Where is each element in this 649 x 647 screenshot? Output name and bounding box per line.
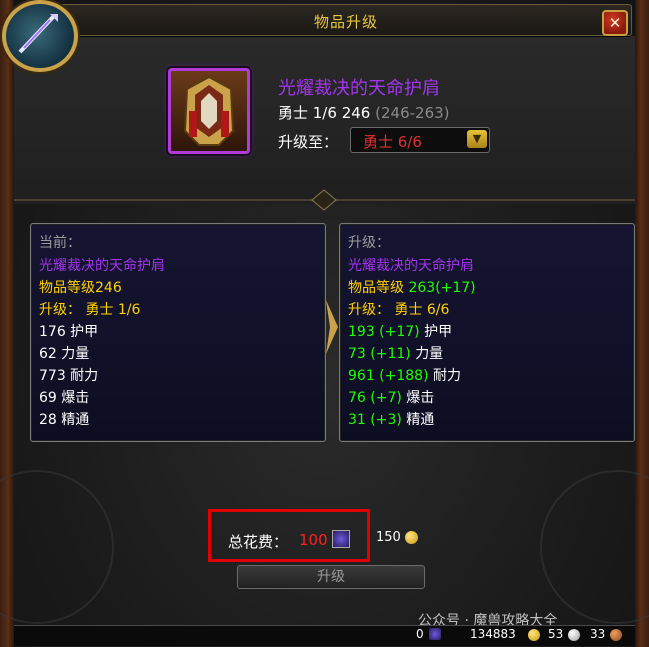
current-upgrade-value: 勇士 1/6 [85, 302, 141, 318]
current-stat-strength: 62 力量 [39, 346, 90, 362]
copper-icon [610, 629, 622, 641]
upgraded-item-level-line: 物品等级 263(+17) [348, 277, 476, 297]
upgraded-item-level-value: 263(+17) [408, 280, 476, 296]
current-stats-panel: 当前： 光耀裁决的天命护肩 物品等级246 升级： 勇士 1/6 176 护甲 … [30, 223, 326, 442]
upgraded-stat-mastery: 31 (+3) 精通 [348, 409, 434, 429]
window-title: 物品升级 [313, 13, 378, 31]
upgraded-item-name: 光耀裁决的天命护肩 [348, 258, 474, 274]
gold-coin-icon [405, 531, 418, 544]
silver-amount: 53 [548, 627, 564, 641]
upgraded-upgrade-line: 升级： 勇士 6/6 [348, 299, 449, 319]
stat-value: 961 (+188) [348, 368, 429, 384]
stat-value: 76 (+7) [348, 390, 402, 406]
ornate-divider [14, 189, 635, 211]
upgraded-header: 升级： [348, 235, 390, 251]
portrait-icon [2, 0, 78, 72]
current-stat-armor: 176 护甲 [39, 324, 99, 340]
shoulder-armor-icon [183, 75, 235, 146]
item-icon[interactable] [168, 68, 250, 154]
close-button[interactable]: ✕ [602, 10, 628, 36]
current-header: 当前： [39, 235, 81, 251]
stat-name: 护甲 [424, 324, 453, 340]
stat-value: 193 (+17) [348, 324, 420, 340]
stat-name: 精通 [406, 412, 435, 428]
current-stat-mastery: 28 精通 [39, 412, 90, 428]
upgraded-stats-panel: 升级： 光耀裁决的天命护肩 物品等级 263(+17) 升级： 勇士 6/6 1… [339, 223, 635, 442]
title-bar: 物品升级 ✕ [60, 4, 632, 36]
currency-bar [14, 625, 635, 646]
upgraded-stat-armor: 193 (+17) 护甲 [348, 321, 452, 341]
upgrade-level-value: 勇士 6/6 [363, 133, 422, 151]
current-stat-crit: 69 爆击 [39, 390, 90, 406]
upgraded-item-level-label: 物品等级 [348, 280, 404, 296]
upgraded-stat-crit: 76 (+7) 爆击 [348, 387, 434, 407]
current-item-level: 物品等级246 [39, 280, 122, 296]
item-level: 246 [341, 104, 371, 122]
upgraded-stat-strength: 73 (+11) 力量 [348, 343, 443, 363]
gold-cost-value: 150 [376, 530, 401, 545]
item-name: 光耀裁决的天命护肩 [278, 78, 440, 99]
stat-value: 31 (+3) [348, 412, 402, 428]
current-stat-stamina: 773 耐力 [39, 368, 99, 384]
upgraded-upgrade-label: 升级： [348, 302, 390, 318]
silver-icon [568, 629, 580, 641]
total-cost-value: 100 [299, 531, 328, 549]
upgrade-level-dropdown[interactable]: 勇士 6/6 ▼ [350, 127, 490, 153]
upgrade-button[interactable]: 升级 [237, 565, 425, 589]
stat-value: 73 (+11) [348, 346, 411, 362]
stat-name: 爆击 [406, 390, 435, 406]
current-upgrade-line: 升级： 勇士 1/6 [39, 299, 140, 319]
crest-currency-icon [332, 530, 350, 548]
copper-amount: 33 [590, 627, 606, 641]
upgraded-stat-stamina: 961 (+188) 耐力 [348, 365, 461, 385]
item-track: 勇士 1/6 [278, 104, 337, 122]
current-item-name: 光耀裁决的天命护肩 [39, 258, 165, 274]
total-cost-label: 总花费： [228, 533, 289, 551]
gold-icon [528, 629, 540, 641]
item-track-level: 勇士 1/6 246 (246-263) [278, 102, 450, 123]
crest-icon [429, 628, 441, 640]
upgraded-upgrade-value: 勇士 6/6 [394, 302, 450, 318]
item-level-range: (246-263) [375, 104, 450, 122]
upgrade-to-label: 升级至： [278, 133, 339, 151]
chevron-down-icon[interactable]: ▼ [467, 130, 487, 148]
stat-name: 力量 [415, 346, 444, 362]
current-upgrade-label: 升级： [39, 302, 81, 318]
arrow-right-icon [326, 300, 338, 354]
gold-amount: 134883 [470, 627, 516, 641]
crest-count: 0 [416, 627, 424, 641]
stat-name: 耐力 [433, 368, 462, 384]
